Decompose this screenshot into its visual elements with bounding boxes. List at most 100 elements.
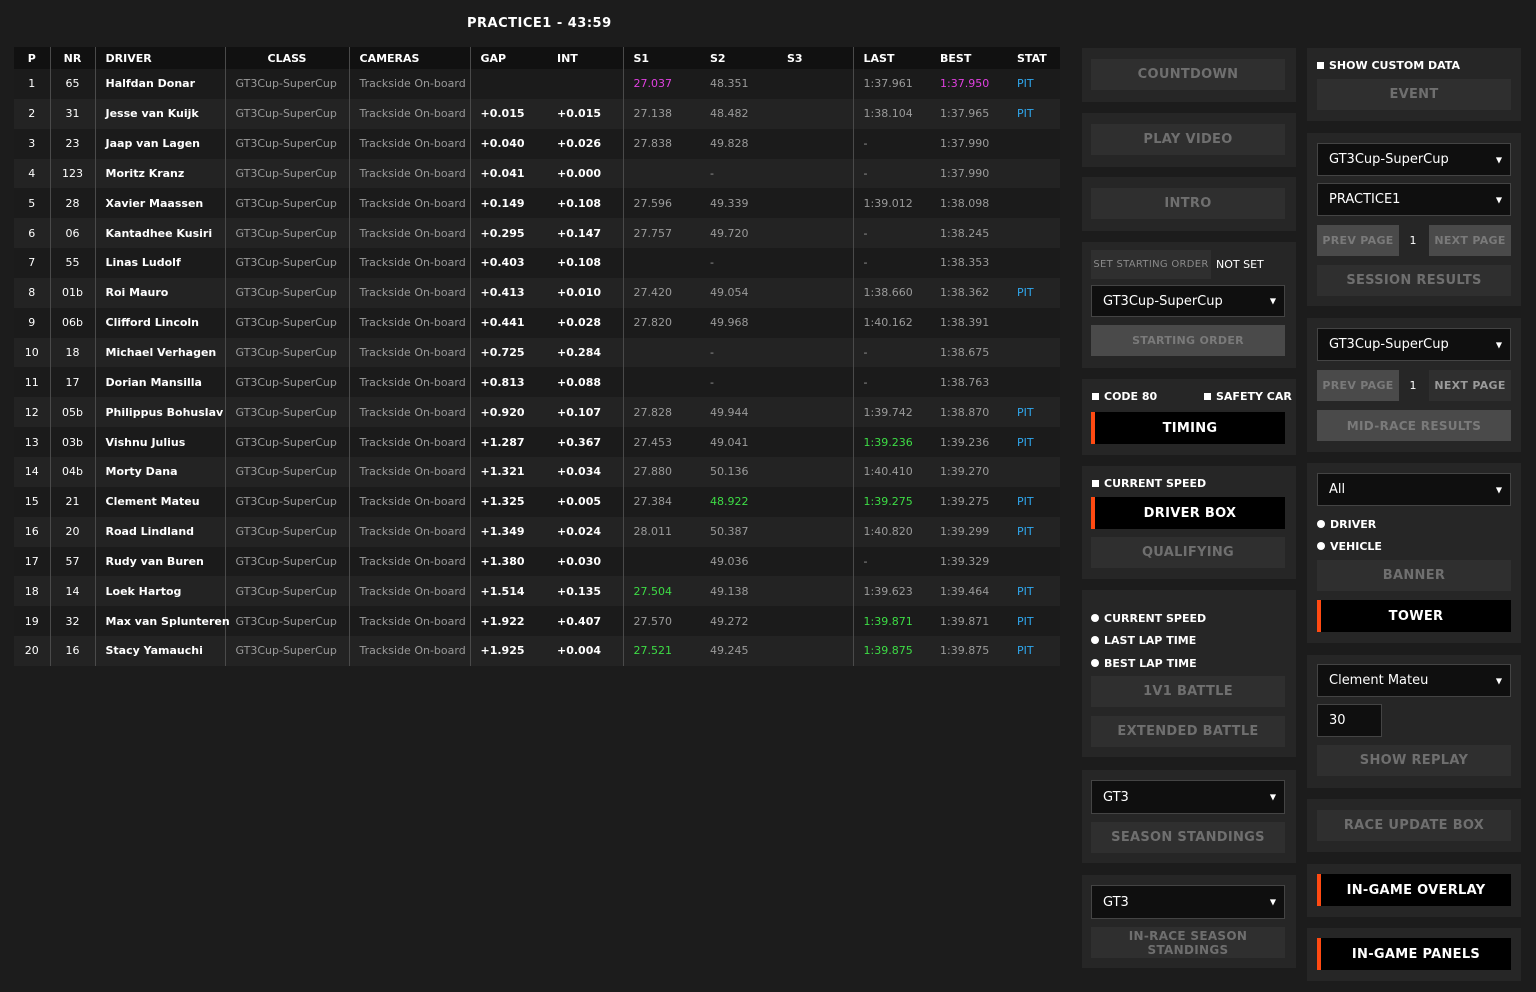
in-game-overlay-panel: IN-GAME OVERLAY <box>1307 864 1521 917</box>
safety-car-checkbox[interactable]: SAFETY CAR <box>1204 389 1292 403</box>
col-header-stat[interactable]: STAT <box>1007 47 1060 69</box>
season-class-select[interactable]: GT3 ▼ <box>1091 780 1285 814</box>
starting-order-class-select[interactable]: GT3Cup-SuperCup ▼ <box>1091 285 1285 317</box>
cell-gap <box>469 69 547 99</box>
season-standings-button[interactable]: SEASON STANDINGS <box>1091 822 1285 853</box>
in-game-overlay-button[interactable]: IN-GAME OVERLAY <box>1317 874 1511 906</box>
cell-int: +0.135 <box>547 576 623 607</box>
cell-p: 15 <box>14 486 50 517</box>
inrace-class-select[interactable]: GT3 ▼ <box>1091 885 1285 919</box>
radio-best-lap-time[interactable]: BEST LAP TIME <box>1091 656 1197 670</box>
table-row[interactable]: 18 14 Loek Hartog GT3Cup-SuperCup Trackside … <box>14 576 1060 607</box>
col-header-p[interactable]: P <box>14 47 50 69</box>
cell-best: 1:37.990 <box>930 128 1007 159</box>
table-row[interactable]: 17 57 Rudy van Buren GT3Cup-SuperCup Tracksi… <box>14 546 1060 577</box>
tower-button[interactable]: TOWER <box>1317 600 1511 632</box>
prev-page-button[interactable]: PREV PAGE <box>1317 370 1399 401</box>
replay-seconds-input[interactable]: 30 <box>1317 704 1382 737</box>
table-row[interactable]: 16 20 Road Lindland GT3Cup-SuperCup Tracksid… <box>14 516 1060 547</box>
col-header-class[interactable]: CLASS <box>224 47 349 69</box>
table-row[interactable]: 10 18 Michael Verhagen GT3Cup-SuperCup Track… <box>14 337 1060 368</box>
table-row[interactable]: 5 28 Xavier Maassen GT3Cup-SuperCup Tracksid… <box>14 188 1060 219</box>
inrace-season-standings-button[interactable]: IN-RACE SEASON STANDINGS <box>1091 927 1285 958</box>
cell-stat <box>1007 158 1060 189</box>
cell-s3 <box>777 158 853 189</box>
mid-race-results-button[interactable]: MID-RACE RESULTS <box>1317 410 1511 441</box>
table-row[interactable]: 6 06 Kantadhee Kusiri GT3Cup-SuperCup Tracks… <box>14 218 1060 249</box>
radio-vehicle[interactable]: VEHICLE <box>1317 539 1382 553</box>
col-header-s1[interactable]: S1 <box>622 47 700 69</box>
col-header-best[interactable]: BEST <box>930 47 1007 69</box>
cell-s1: 27.453 <box>622 427 700 457</box>
checkbox-icon <box>1317 61 1324 69</box>
cell-gap: +1.321 <box>469 456 547 487</box>
intro-button[interactable]: INTRO <box>1091 188 1285 219</box>
extended-battle-button[interactable]: EXTENDED BATTLE <box>1091 716 1285 747</box>
tower-filter-select[interactable]: All ▼ <box>1317 473 1511 506</box>
radio-last-lap-time[interactable]: LAST LAP TIME <box>1091 633 1196 647</box>
cell-s3 <box>777 248 853 278</box>
driver-box-button[interactable]: DRIVER BOX <box>1091 497 1285 529</box>
table-row[interactable]: 3 23 Jaap van Lagen GT3Cup-SuperCup Tracksid… <box>14 128 1060 159</box>
radio-driver[interactable]: DRIVER <box>1317 517 1376 531</box>
cell-best: 1:38.391 <box>930 307 1007 338</box>
cell-nr: 28 <box>49 188 95 219</box>
banner-button[interactable]: BANNER <box>1317 560 1511 591</box>
starting-order-button[interactable]: STARTING ORDER <box>1091 325 1285 356</box>
cell-stat <box>1007 367 1060 398</box>
next-page-button[interactable]: NEXT PAGE <box>1429 225 1511 256</box>
replay-driver-select[interactable]: Clement Mateu ▼ <box>1317 664 1511 697</box>
play-video-button[interactable]: PLAY VIDEO <box>1091 124 1285 155</box>
cell-s3 <box>777 397 853 428</box>
col-header-int[interactable]: INT <box>547 47 623 69</box>
mid-race-class-select[interactable]: GT3Cup-SuperCup ▼ <box>1317 328 1511 361</box>
radio-current-speed[interactable]: CURRENT SPEED <box>1091 611 1206 625</box>
table-row[interactable]: 19 32 Max van Splunteren GT3Cup-SuperCup Tra… <box>14 606 1060 637</box>
table-row[interactable]: 13 03b Vishnu Julius GT3Cup-SuperCup Tracksi… <box>14 427 1060 457</box>
col-header-nr[interactable]: NR <box>49 47 95 69</box>
cell-int: +0.010 <box>547 277 623 308</box>
countdown-button[interactable]: COUNTDOWN <box>1091 59 1285 90</box>
table-row[interactable]: 11 17 Dorian Mansilla GT3Cup-SuperCup Tracks… <box>14 367 1060 398</box>
show-replay-button[interactable]: SHOW REPLAY <box>1317 745 1511 776</box>
cell-nr: 23 <box>49 128 95 159</box>
cell-s2: 49.036 <box>700 546 777 577</box>
prev-page-button[interactable]: PREV PAGE <box>1317 225 1399 256</box>
table-row[interactable]: 14 04b Morty Dana GT3Cup-SuperCup Trackside … <box>14 456 1060 487</box>
cell-gap: +0.041 <box>469 158 547 189</box>
current-speed-checkbox[interactable]: CURRENT SPEED <box>1092 476 1206 490</box>
results-class-select[interactable]: GT3Cup-SuperCup ▼ <box>1317 143 1511 176</box>
in-game-panels-button[interactable]: IN-GAME PANELS <box>1317 938 1511 970</box>
code80-checkbox[interactable]: CODE 80 <box>1092 389 1157 403</box>
1v1-battle-button[interactable]: 1V1 BATTLE <box>1091 676 1285 707</box>
cell-cameras: Trackside On-board <box>348 456 470 487</box>
table-row[interactable]: 7 55 Linas Ludolf GT3Cup-SuperCup Trackside … <box>14 248 1060 278</box>
show-custom-data-checkbox[interactable]: SHOW CUSTOM DATA <box>1317 58 1460 72</box>
table-row[interactable]: 1 65 Halfdan Donar GT3Cup-SuperCup Trackside… <box>14 69 1060 99</box>
results-session-select[interactable]: PRACTICE1 ▼ <box>1317 183 1511 216</box>
col-header-gap[interactable]: GAP <box>469 47 547 69</box>
cell-int: +0.108 <box>547 248 623 278</box>
table-row[interactable]: 12 05b Philippus Bohuslav GT3Cup-SuperCup Tr… <box>14 397 1060 428</box>
cell-driver: Roi Mauro <box>94 277 225 308</box>
cell-last: 1:40.410 <box>852 456 930 487</box>
table-row[interactable]: 4 123 Moritz Kranz GT3Cup-SuperCup Trackside… <box>14 158 1060 189</box>
table-row[interactable]: 2 31 Jesse van Kuijk GT3Cup-SuperCup Tracksi… <box>14 98 1060 129</box>
cell-gap: +1.925 <box>469 636 547 666</box>
session-results-button[interactable]: SESSION RESULTS <box>1317 265 1511 296</box>
col-header-cameras[interactable]: CAMERAS <box>348 47 470 69</box>
race-update-box-button[interactable]: RACE UPDATE BOX <box>1317 810 1511 841</box>
col-header-driver[interactable]: DRIVER <box>94 47 225 69</box>
col-header-s2[interactable]: S2 <box>700 47 777 69</box>
next-page-button[interactable]: NEXT PAGE <box>1429 370 1511 401</box>
qualifying-button[interactable]: QUALIFYING <box>1091 537 1285 568</box>
table-row[interactable]: 15 21 Clement Mateu GT3Cup-SuperCup Tracksid… <box>14 486 1060 517</box>
timing-button[interactable]: TIMING <box>1091 412 1285 444</box>
col-header-s3[interactable]: S3 <box>777 47 853 69</box>
event-button[interactable]: EVENT <box>1317 79 1511 110</box>
table-row[interactable]: 9 06b Clifford Lincoln GT3Cup-SuperCup Track… <box>14 307 1060 338</box>
set-starting-order-button[interactable]: SET STARTING ORDER <box>1091 250 1211 279</box>
table-row[interactable]: 8 01b Roi Mauro GT3Cup-SuperCup Trackside On… <box>14 277 1060 308</box>
table-row[interactable]: 20 16 Stacy Yamauchi GT3Cup-SuperCup Tracksi… <box>14 636 1060 666</box>
col-header-last[interactable]: LAST <box>852 47 930 69</box>
